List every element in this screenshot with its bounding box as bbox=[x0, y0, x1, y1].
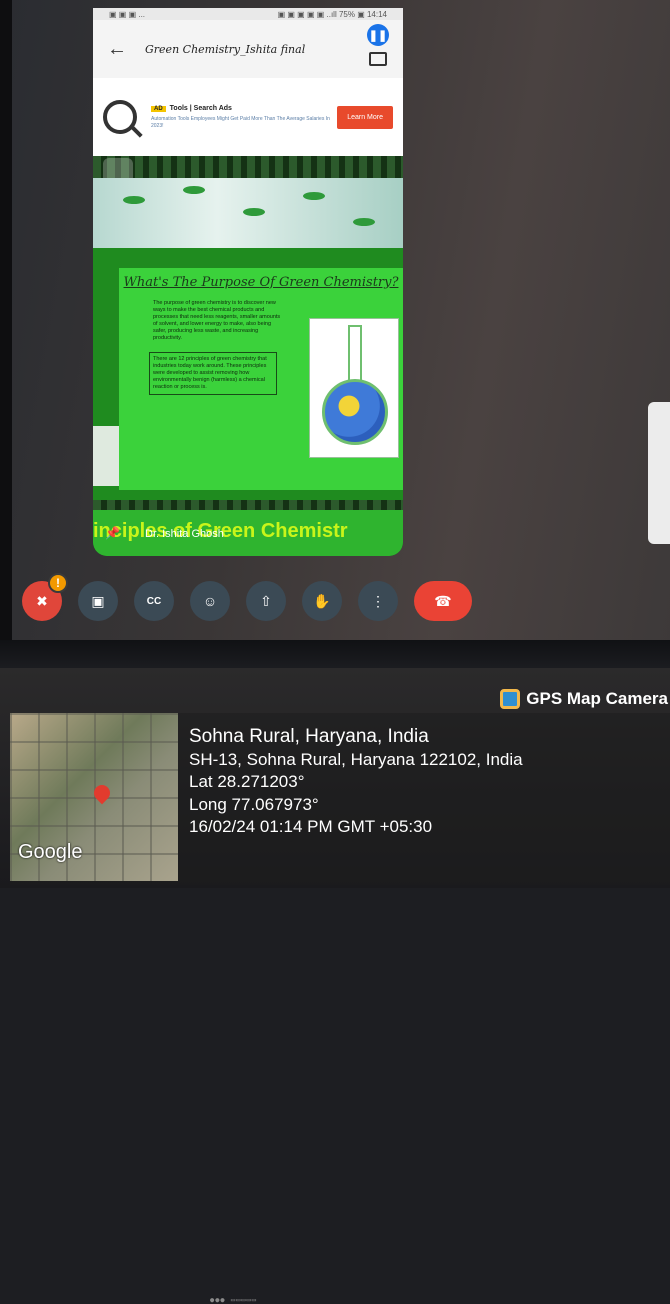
status-left: ▣ ▣ ▣ ... bbox=[109, 9, 146, 19]
more-options-button[interactable]: ⋮ bbox=[358, 581, 398, 621]
more-vert-icon: ⋮ bbox=[371, 592, 385, 609]
present-icon: ⇧ bbox=[260, 592, 272, 609]
ad-headline: Tools | Search Ads bbox=[169, 104, 232, 112]
monitor-brand: ●●● ▭▭▭▭▭ bbox=[210, 1296, 257, 1304]
beakers-image bbox=[93, 178, 403, 248]
decorative-band bbox=[93, 156, 403, 178]
gps-details: Sohna Rural, Haryana, India SH-13, Sohna… bbox=[189, 726, 523, 839]
status-right: ▣ ▣ ▣ ▣ ▣ ..ıll 75% ▣ 14:14 bbox=[277, 9, 387, 19]
pin-icon[interactable]: 📌 bbox=[105, 526, 120, 540]
gps-camera-icon bbox=[500, 689, 521, 709]
leaf-image bbox=[93, 426, 119, 486]
captions-icon: CC bbox=[146, 595, 162, 607]
meeting-controls: ✖ ! ▣ CC ☺ ⇧ ✋ ⋮ ☎ bbox=[22, 573, 488, 622]
phone-status-bar: ▣ ▣ ▣ ... ▣ ▣ ▣ ▣ ▣ ..ıll 75% ▣ 14:14 bbox=[93, 8, 403, 20]
print-icon[interactable] bbox=[369, 52, 387, 66]
ad-banner[interactable]: AD Tools | Search Ads Automation Tools Em… bbox=[93, 78, 403, 156]
gps-datetime: 16/02/24 01:14 PM GMT +05:30 bbox=[189, 817, 433, 836]
emoji-button[interactable]: ☺ bbox=[190, 581, 230, 621]
gps-app-label: GPS Map Camera bbox=[500, 687, 668, 711]
camera-icon: ▣ bbox=[91, 592, 105, 609]
location-pin-icon bbox=[90, 781, 114, 805]
magnifier-icon bbox=[103, 100, 137, 134]
back-arrow-icon[interactable]: ← bbox=[107, 38, 127, 61]
document-footer-text: inciples of Green Chemistr bbox=[93, 520, 348, 542]
hang-up-button[interactable]: ☎ bbox=[414, 581, 472, 621]
camera-button[interactable]: ▣ bbox=[78, 581, 118, 621]
document-page: What's The Purpose Of Green Chemistry? T… bbox=[93, 156, 403, 556]
map-brand: Google bbox=[18, 841, 83, 863]
monitor-screen: ▣ ▣ ▣ ... ▣ ▣ ▣ ▣ ▣ ..ıll 75% ▣ 14:14 ← … bbox=[0, 0, 670, 660]
captions-button[interactable]: CC bbox=[134, 581, 174, 621]
monitor-bezel bbox=[0, 0, 12, 660]
decorative-band bbox=[93, 500, 403, 510]
document-title: Green Chemistry_Ishita final bbox=[145, 42, 306, 56]
document-footer: inciples of Green Chemistr 📌 Dr. Ishita … bbox=[93, 510, 403, 556]
map-thumbnail: Google bbox=[10, 713, 178, 881]
document-app-bar: ← Green Chemistry_Ishita final ❚❚ bbox=[93, 20, 403, 78]
gps-latitude: Lat 28.271203° bbox=[189, 772, 305, 791]
emoji-icon: ☺ bbox=[202, 593, 218, 609]
document-boxed-text: There are 12 principles of green chemist… bbox=[149, 352, 277, 395]
gps-address: SH-13, Sohna Rural, Haryana 122102, Indi… bbox=[189, 749, 523, 769]
warning-icon: ! bbox=[48, 573, 68, 593]
gps-longitude: Long 77.067973° bbox=[189, 794, 319, 814]
document-content: What's The Purpose Of Green Chemistry? T… bbox=[119, 268, 403, 490]
phone-end-icon: ☎ bbox=[434, 592, 452, 609]
raise-hand-button[interactable]: ✋ bbox=[302, 581, 342, 621]
document-paragraph: The purpose of green chemistry is to dis… bbox=[153, 300, 281, 341]
mic-off-button[interactable]: ✖ ! bbox=[22, 573, 68, 621]
hand-icon: ✋ bbox=[313, 592, 331, 609]
shared-phone-screen: ▣ ▣ ▣ ... ▣ ▣ ▣ ▣ ▣ ..ıll 75% ▣ 14:14 ← … bbox=[93, 8, 403, 556]
participant-tile[interactable] bbox=[648, 402, 670, 544]
flask-globe-image bbox=[309, 318, 399, 458]
document-heading: What's The Purpose Of Green Chemistry? bbox=[123, 275, 399, 290]
mic-off-icon: ✖ bbox=[36, 592, 48, 609]
learn-more-button[interactable]: Learn More bbox=[337, 105, 393, 129]
ad-tag: AD bbox=[151, 105, 166, 112]
ad-body: Automation Tools Employees Might Get Pai… bbox=[151, 115, 330, 129]
gps-app-name: GPS Map Camera bbox=[526, 689, 668, 708]
pause-icon[interactable]: ❚❚ bbox=[367, 24, 389, 46]
present-button[interactable]: ⇧ bbox=[246, 581, 286, 621]
gps-place: Sohna Rural, Haryana, India bbox=[189, 726, 429, 747]
monitor-bottom-bezel: ●●● ▭▭▭▭▭ bbox=[0, 640, 670, 1304]
presenter-name: Dr. Ishita Ghosh bbox=[145, 528, 224, 540]
